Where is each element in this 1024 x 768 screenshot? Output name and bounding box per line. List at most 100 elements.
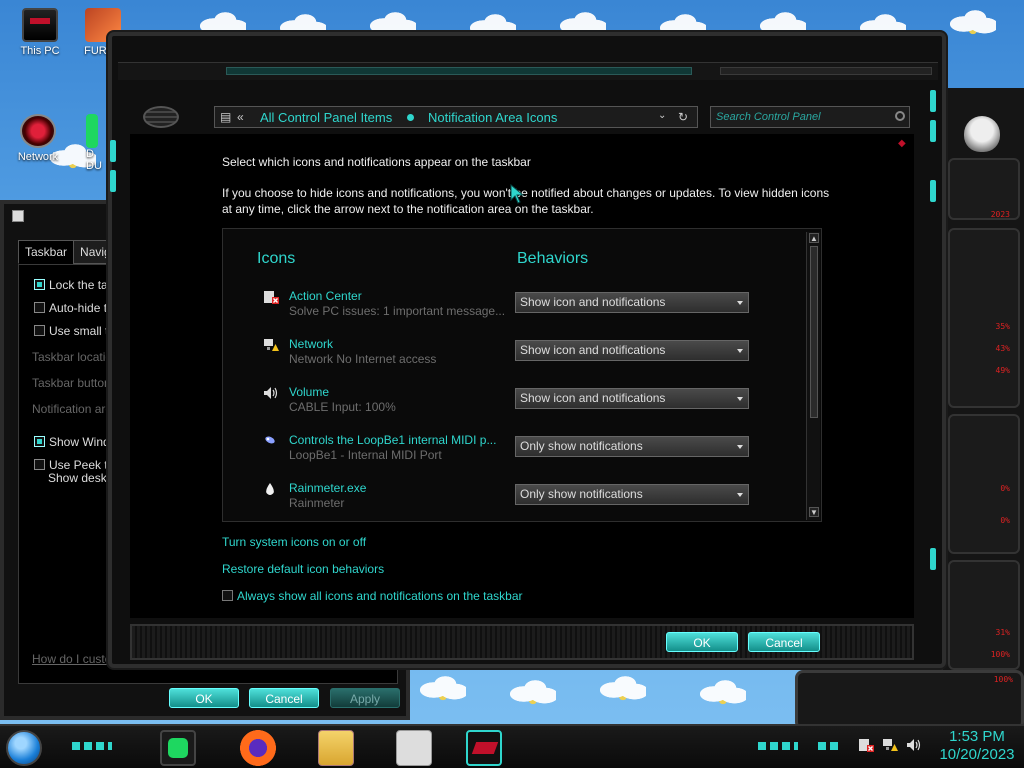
firefox-icon[interactable] [240, 730, 276, 766]
gadget-readout: 31% [995, 628, 1010, 637]
gadget-readout: 100% [993, 675, 1013, 684]
action-center-icon [264, 291, 279, 304]
desktop-icon-label: This PC [20, 45, 60, 57]
taskbar-buttons-label: Taskbar buttons: [32, 376, 121, 390]
tab-taskbar[interactable]: Taskbar [18, 240, 75, 264]
gadget-readout: 35% [995, 322, 1010, 331]
spotify-icon[interactable] [160, 730, 196, 766]
taskbar-light [72, 742, 112, 750]
frame-light [930, 180, 936, 202]
behavior-dropdown-rainmeter[interactable]: Only show notifications [515, 484, 749, 505]
file-explorer-icon[interactable] [318, 730, 354, 766]
frame-light [930, 120, 936, 142]
gadget-readout: 2023 [990, 210, 1010, 219]
taskbar-light [818, 742, 842, 750]
ok-button[interactable]: OK [169, 688, 239, 708]
behavior-dropdown-network[interactable]: Show icon and notifications [515, 340, 749, 361]
desktop-icon-d[interactable]: D DU [86, 114, 108, 172]
breadcrumb-overflow-icon[interactable]: « [237, 110, 244, 124]
item-name: Network [289, 337, 334, 351]
scroll-thumb[interactable] [810, 246, 818, 418]
desktop-icon-this-pc[interactable]: This PC [10, 8, 70, 57]
item-name: Volume [289, 385, 330, 399]
chevron-down-icon [737, 397, 743, 401]
dropdown-value: Only show notifications [520, 439, 643, 453]
control-panel-icon: ▤ [220, 110, 232, 124]
restore-defaults-link[interactable]: Restore default icon behaviors [222, 562, 384, 576]
desktop-icon-label: D [86, 148, 94, 160]
list-scrollbar[interactable]: ▲ ▼ [806, 232, 820, 520]
mouse-cursor-icon [510, 184, 525, 204]
item-name: Rainmeter.exe [289, 481, 367, 495]
refresh-icon[interactable]: ↻ [678, 110, 688, 124]
item-status: CABLE Input: 100% [289, 400, 396, 414]
behavior-dropdown-volume[interactable]: Show icon and notifications [515, 388, 749, 409]
clock-date: 10/20/2023 [939, 746, 1015, 763]
item-name: Action Center [289, 289, 362, 303]
frame-light [930, 548, 936, 570]
scroll-up-icon[interactable]: ▲ [809, 233, 819, 243]
midi-port-icon [265, 436, 275, 444]
always-show-checkbox[interactable]: Always show all icons and notifications … [222, 589, 523, 603]
network-icon [20, 114, 56, 148]
address-bar[interactable]: ▤ « All Control Panel Items Notification… [214, 106, 698, 128]
taskbar-light [758, 742, 798, 750]
help-icon[interactable]: ◆ [898, 138, 906, 149]
taskbar-location-label: Taskbar location [32, 350, 119, 364]
chevron-down-icon [737, 301, 743, 305]
search-box[interactable] [710, 106, 910, 128]
desktop-icon-label: DU [86, 160, 102, 172]
breadcrumb-all-items[interactable]: All Control Panel Items [260, 110, 392, 125]
clock-time: 1:53 PM [949, 728, 1005, 745]
checkbox-unchecked[interactable] [222, 590, 233, 601]
alienware-app-icon[interactable] [466, 730, 502, 766]
cancel-button[interactable]: Cancel [748, 632, 820, 652]
window-title-strip [118, 62, 938, 80]
checkbox-checked[interactable] [34, 436, 45, 447]
search-input[interactable] [711, 107, 891, 127]
volume-icon [264, 387, 278, 399]
wallpaper-flower [700, 676, 746, 706]
item-status: Solve PC issues: 1 important message... [289, 304, 506, 318]
system-icons-link[interactable]: Turn system icons on or off [222, 535, 366, 549]
scroll-down-icon[interactable]: ▼ [809, 507, 819, 517]
chevron-down-icon [737, 493, 743, 497]
checkbox-checked[interactable] [34, 279, 45, 290]
gadget-panel: 35% 43% 49% [948, 228, 1020, 408]
wallpaper-flower [950, 6, 996, 36]
gadget-readout: 0% [1000, 516, 1010, 525]
checkbox-unchecked[interactable] [34, 302, 45, 313]
checkbox-unchecked[interactable] [34, 459, 45, 470]
desktop-icon-network[interactable]: Network [8, 114, 68, 163]
network-icon [264, 339, 279, 351]
gadget-readout: 49% [995, 366, 1010, 375]
chevron-down-icon[interactable]: ⌄ [658, 110, 666, 121]
breadcrumb-separator-icon[interactable] [407, 114, 414, 121]
behaviors-column-header: Behaviors [517, 250, 589, 267]
system-clock[interactable]: 1:53 PM 10/20/2023 [934, 728, 1020, 764]
checkbox-unchecked[interactable] [34, 325, 45, 336]
cancel-button[interactable]: Cancel [249, 688, 319, 708]
apply-button[interactable]: Apply [330, 688, 400, 708]
action-center-tray-icon[interactable] [858, 738, 874, 752]
app-icon [86, 114, 98, 148]
breadcrumb-current[interactable]: Notification Area Icons [428, 110, 557, 125]
gadget-panel: 0% 0% [948, 414, 1020, 554]
wallpaper-flower [600, 672, 646, 702]
gadget-readout: 43% [995, 344, 1010, 353]
behavior-dropdown-action-center[interactable]: Show icon and notifications [515, 292, 749, 313]
behavior-dropdown-loopbe1[interactable]: Only show notifications [515, 436, 749, 457]
item-status: LoopBe1 - Internal MIDI Port [289, 448, 442, 462]
gadget-readout: 100% [990, 650, 1010, 659]
ok-button[interactable]: OK [666, 632, 738, 652]
search-icon[interactable] [895, 111, 905, 121]
start-button[interactable] [6, 730, 42, 766]
title-bar-decor [720, 67, 932, 75]
dropdown-value: Show icon and notifications [520, 295, 666, 309]
volume-tray-icon[interactable] [906, 738, 922, 752]
raindrop-icon [266, 483, 274, 495]
page-heading: Select which icons and notifications app… [222, 155, 531, 169]
wallpaper-flower [420, 672, 466, 702]
network-tray-icon[interactable] [882, 738, 898, 752]
taskbar-properties-icon[interactable] [396, 730, 432, 766]
